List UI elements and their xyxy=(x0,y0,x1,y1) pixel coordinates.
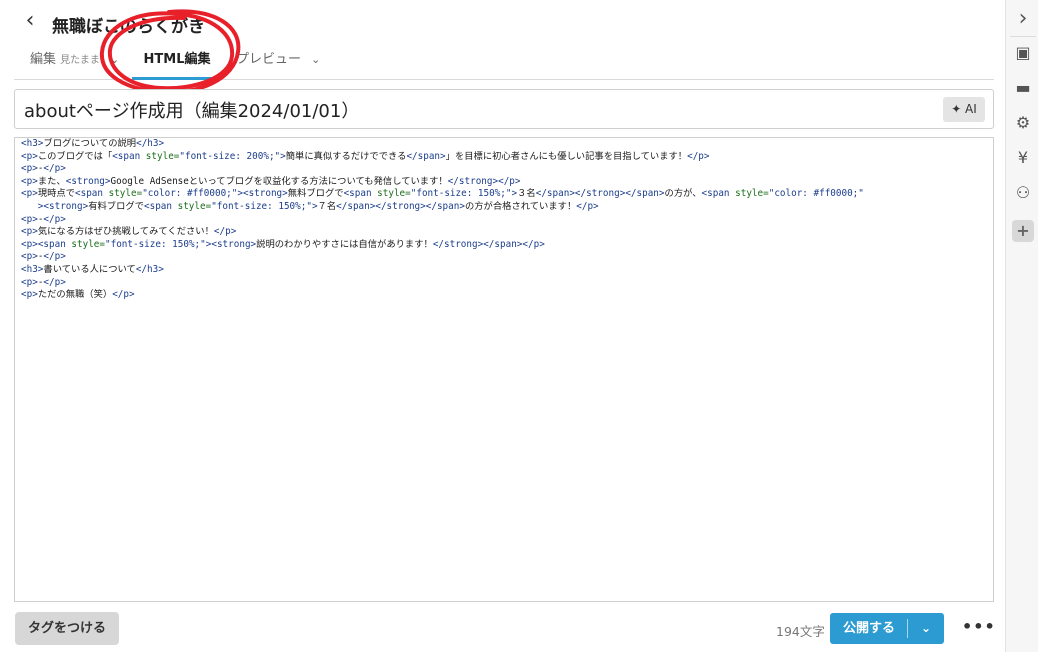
tab-preview-label: プレビュー xyxy=(236,52,302,67)
ai-assist-button[interactable]: ✦ AI xyxy=(943,97,985,122)
back-button[interactable]: ‹ xyxy=(18,10,42,34)
code-line: <p>気になる方はぜひ挑戦してみてください！</p> xyxy=(21,226,237,238)
right-sidebar: › ▣ ▬ ⚙ ¥ ⚇ + xyxy=(1005,0,1038,652)
code-line: <p>-</p> xyxy=(21,213,66,225)
code-line: <p>また、<strong>Google AdSenseといってブログを収益化す… xyxy=(21,175,521,187)
plus-icon[interactable]: + xyxy=(1012,220,1034,242)
blog-title: 無職ぼこのらくがき xyxy=(52,17,205,37)
more-options-button[interactable]: ••• xyxy=(962,617,995,639)
chevron-down-icon: ⌄ xyxy=(920,621,932,635)
folder-icon[interactable]: ▬ xyxy=(1012,77,1034,99)
code-line: <p>このブログでは「<span style="font-size: 200%;… xyxy=(21,150,710,162)
editor-header: ‹ 無職ぼこのらくがき xyxy=(0,0,1000,40)
chevron-right-icon[interactable]: › xyxy=(1012,8,1034,30)
tab-edit-label: 編集 xyxy=(30,52,57,67)
code-line: <p>現時点で<span style="color: #ff0000;"><st… xyxy=(21,188,864,200)
html-code-content: <h3>ブログについての説明</h3> <p>このブログでは「<span styl… xyxy=(21,138,986,302)
character-count: 194文字 xyxy=(776,624,825,639)
tab-edit[interactable]: 編集 見たまま ⌄ xyxy=(30,42,119,80)
publish-button[interactable]: 公開する xyxy=(830,613,908,644)
publish-options-button[interactable]: ⌄ xyxy=(908,613,944,644)
code-line: <p>-</p> xyxy=(21,276,66,288)
gear-icon[interactable]: ⚙ xyxy=(1012,112,1034,134)
code-line: ><strong>有料ブログで<span style="font-size: 1… xyxy=(37,200,599,212)
tab-preview[interactable]: プレビュー ⌄ xyxy=(236,42,320,80)
tab-edit-sublabel: 見たまま xyxy=(60,55,100,66)
html-code-editor[interactable]: <h3>ブログについての説明</h3> <p>このブログでは「<span styl… xyxy=(14,137,994,602)
users-icon[interactable]: ⚇ xyxy=(1012,182,1034,204)
entry-title-value: aboutページ作成用（編集2024/01/01） xyxy=(24,101,360,122)
code-line: <p><span style="font-size: 150%;"><stron… xyxy=(21,238,545,250)
add-tags-button[interactable]: タグをつける xyxy=(15,612,119,645)
code-line: <h3>書いている人について</h3> xyxy=(21,263,164,275)
chevron-down-icon: ⌄ xyxy=(110,53,120,66)
code-line: <p>ただの無職（笑）</p> xyxy=(21,289,135,301)
yen-icon[interactable]: ¥ xyxy=(1012,147,1034,169)
tab-html-edit-label: HTML編集 xyxy=(143,52,211,67)
publish-button-group: 公開する ⌄ xyxy=(830,613,944,644)
code-line: <p>-</p> xyxy=(21,251,66,263)
tab-html-edit[interactable]: HTML編集 xyxy=(132,42,222,80)
image-icon[interactable]: ▣ xyxy=(1012,42,1034,64)
sidebar-divider xyxy=(1010,36,1036,37)
chevron-down-icon: ⌄ xyxy=(311,53,321,66)
editor-mode-tabs: 編集 見たまま ⌄ HTML編集 プレビュー ⌄ xyxy=(14,42,994,80)
chevron-left-icon: ‹ xyxy=(25,8,35,33)
code-line: <h3>ブログについての説明</h3> xyxy=(21,138,165,149)
code-line: <p>-</p> xyxy=(21,163,66,175)
entry-title-field[interactable]: aboutページ作成用（編集2024/01/01） ✦ AI xyxy=(14,89,994,129)
